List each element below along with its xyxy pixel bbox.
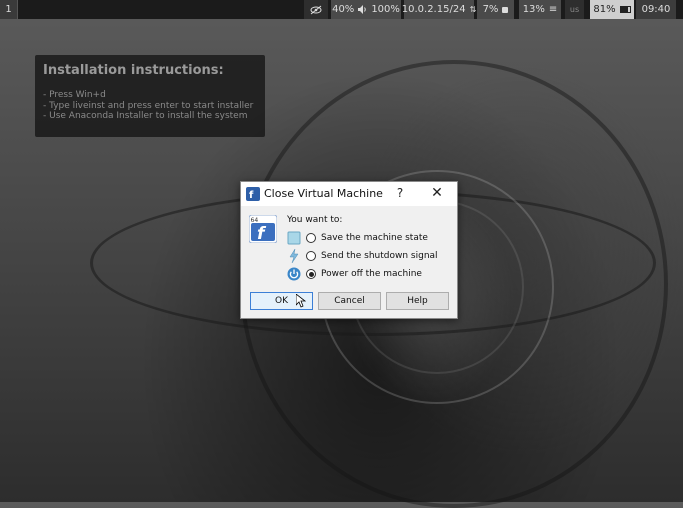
volume-percent: 40% bbox=[332, 4, 355, 15]
svg-text:f: f bbox=[249, 190, 254, 201]
power-icon bbox=[287, 267, 301, 281]
ip-address: 10.0.2.15/24 bbox=[401, 4, 466, 15]
shutdown-signal-radio[interactable] bbox=[306, 251, 316, 261]
transfer-icon: ⇅ bbox=[469, 5, 477, 14]
volume-status[interactable]: 40% 100% bbox=[331, 0, 401, 19]
instruction-line: - Press Win+d bbox=[43, 90, 106, 100]
clock[interactable]: 09:40 bbox=[636, 0, 676, 19]
speaker-icon bbox=[358, 5, 367, 14]
save-state-radio[interactable] bbox=[306, 233, 316, 243]
instructions-title: Installation instructions: bbox=[43, 63, 224, 78]
help-icon[interactable]: ? bbox=[393, 185, 407, 201]
keyboard-layout[interactable]: us bbox=[565, 0, 584, 19]
cpu-status[interactable]: 7% bbox=[477, 0, 514, 19]
virtualbox-icon: f bbox=[246, 187, 260, 201]
lightning-icon bbox=[289, 249, 299, 263]
option-shutdown-signal[interactable]: Send the shutdown signal bbox=[287, 248, 438, 264]
fedora-vm-logo-icon: 64 f bbox=[249, 215, 277, 243]
eye-off-icon bbox=[310, 5, 322, 14]
workspace-indicator[interactable]: 1 bbox=[0, 0, 18, 19]
help-button[interactable]: Help bbox=[386, 292, 449, 310]
battery-status[interactable]: 81% bbox=[590, 0, 634, 19]
cpu-percent: 7% bbox=[482, 4, 499, 15]
cpu-icon bbox=[502, 6, 509, 13]
battery-icon bbox=[619, 6, 631, 13]
svg-text:64: 64 bbox=[251, 217, 259, 224]
top-status-bar: 1 40% 100% 10.0.2.15/24 ⇅ 7% 13% ≡ us 81… bbox=[0, 0, 683, 19]
battery-percent: 81% bbox=[593, 4, 616, 15]
close-vm-dialog: f Close Virtual Machine ? ✕ 64 f You wan… bbox=[240, 181, 458, 319]
cancel-button[interactable]: Cancel bbox=[318, 292, 381, 310]
option-power-off[interactable]: Power off the machine bbox=[287, 266, 422, 282]
save-state-icon bbox=[287, 231, 301, 245]
ip-status[interactable]: 10.0.2.15/24 ⇅ bbox=[401, 0, 477, 19]
close-icon[interactable]: ✕ bbox=[429, 185, 445, 201]
memory-status[interactable]: 13% ≡ bbox=[519, 0, 561, 19]
instruction-line: - Use Anaconda Installer to install the … bbox=[43, 111, 248, 121]
option-label: Save the machine state bbox=[321, 233, 428, 243]
dialog-titlebar[interactable]: f Close Virtual Machine ? ✕ bbox=[241, 182, 457, 206]
memory-percent: 13% bbox=[522, 4, 545, 15]
dialog-title: Close Virtual Machine bbox=[264, 187, 383, 200]
option-label: Power off the machine bbox=[321, 269, 422, 279]
network-status[interactable] bbox=[304, 0, 328, 19]
dialog-prompt: You want to: bbox=[287, 215, 343, 225]
memory-icon: ≡ bbox=[548, 4, 558, 15]
option-label: Send the shutdown signal bbox=[321, 251, 438, 261]
instruction-line: - Type liveinst and press enter to start… bbox=[43, 100, 254, 111]
mouse-cursor-icon bbox=[296, 294, 306, 308]
installation-instructions-panel: Installation instructions: - Press Win+d… bbox=[35, 55, 265, 137]
power-off-radio[interactable] bbox=[306, 269, 316, 279]
speaker-level: 100% bbox=[371, 4, 400, 15]
option-save-state[interactable]: Save the machine state bbox=[287, 230, 428, 246]
